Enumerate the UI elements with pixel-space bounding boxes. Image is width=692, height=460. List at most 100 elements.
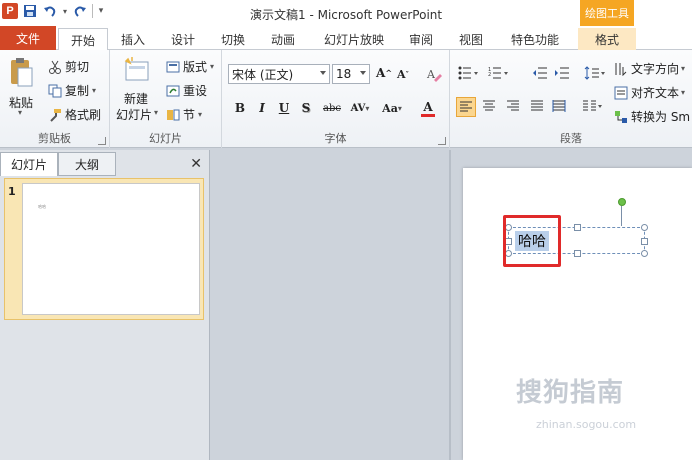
svg-text:A: A: [426, 68, 436, 81]
layout-icon: [166, 60, 180, 74]
font-size-combo[interactable]: 18: [332, 64, 370, 84]
customize-qat-icon[interactable]: ▾: [97, 3, 105, 19]
slide-thumbnail[interactable]: 哈哈: [22, 183, 200, 315]
rotation-line: [621, 206, 622, 226]
text-direction-button[interactable]: 文字方向 ▾: [614, 60, 685, 77]
tab-features[interactable]: 特色功能: [500, 28, 570, 50]
strikethrough-button[interactable]: abc: [320, 98, 344, 118]
undo-icon[interactable]: [42, 3, 58, 19]
tab-outline-pane[interactable]: 大纲: [58, 152, 116, 176]
section-dropdown-icon[interactable]: ▾: [198, 110, 202, 119]
clipboard-group-label: 剪贴板: [38, 132, 71, 145]
line-spacing-icon[interactable]: [584, 66, 606, 80]
tab-animations[interactable]: 动画: [260, 28, 306, 50]
new-slide-label-1[interactable]: 新建: [124, 90, 148, 107]
watermark-logo: 搜狗指南: [516, 378, 625, 408]
new-slide-dropdown-icon[interactable]: ▾: [154, 108, 158, 117]
tab-format[interactable]: 格式: [578, 28, 636, 50]
tab-view[interactable]: 视图: [448, 28, 494, 50]
quick-access-toolbar: P ▾ ▾: [2, 3, 105, 19]
paragraph-group-label: 段落: [560, 132, 582, 145]
tab-home[interactable]: 开始: [58, 28, 108, 51]
slide-editing-canvas[interactable]: 哈哈 搜狗指南 zhinan.sogou.com: [211, 150, 692, 460]
tab-slides-pane[interactable]: 幻灯片: [0, 152, 58, 176]
reset-button[interactable]: 重设: [166, 82, 207, 99]
paste-icon[interactable]: [6, 54, 36, 90]
columns-icon[interactable]: [582, 100, 604, 112]
resize-handle-bottom[interactable]: [574, 250, 581, 257]
pane-tabs: 幻灯片 大纲 ✕: [0, 152, 210, 176]
convert-smartart-button[interactable]: 转换为 Sm: [614, 108, 690, 125]
font-color-label: A: [423, 99, 433, 114]
reset-icon: [166, 84, 180, 98]
align-right-icon[interactable]: [506, 100, 520, 112]
layout-dropdown-icon[interactable]: ▾: [210, 62, 214, 71]
copy-button[interactable]: 复制 ▾: [48, 82, 96, 99]
text-direction-dropdown-icon[interactable]: ▾: [681, 64, 685, 73]
copy-dropdown-icon[interactable]: ▾: [92, 86, 96, 95]
font-color-button[interactable]: A: [414, 98, 442, 118]
qat-separator: [92, 4, 93, 18]
align-text-button[interactable]: 对齐文本 ▾: [614, 84, 685, 101]
clipboard-launcher-icon[interactable]: [98, 137, 106, 145]
section-icon: [166, 108, 180, 122]
font-launcher-icon[interactable]: [438, 137, 446, 145]
tab-design[interactable]: 设计: [160, 28, 206, 50]
powerpoint-app-icon[interactable]: P: [2, 3, 18, 19]
grow-font-button[interactable]: A ^: [376, 66, 392, 80]
close-pane-icon[interactable]: ✕: [190, 156, 202, 172]
rotation-handle[interactable]: [618, 198, 626, 206]
cut-button[interactable]: 剪切: [48, 58, 89, 75]
watermark-url: zhinan.sogou.com: [536, 418, 637, 431]
tab-insert[interactable]: 插入: [110, 28, 156, 50]
copy-icon: [48, 84, 62, 98]
new-slide-label-2[interactable]: 幻灯片: [116, 106, 152, 123]
save-icon[interactable]: [22, 3, 38, 19]
char-spacing-button[interactable]: AV ▾: [346, 98, 374, 118]
numbering-icon[interactable]: 12: [488, 66, 510, 80]
bullets-icon[interactable]: [458, 66, 480, 80]
redo-icon[interactable]: [72, 3, 88, 19]
shadow-button[interactable]: S: [298, 98, 314, 118]
tab-slideshow[interactable]: 幻灯片放映: [314, 28, 394, 50]
resize-handle-top[interactable]: [574, 224, 581, 231]
format-painter-button[interactable]: 格式刷: [48, 106, 101, 123]
align-text-dropdown-icon[interactable]: ▾: [681, 88, 685, 97]
text-direction-icon: [614, 62, 628, 76]
tab-review[interactable]: 审阅: [398, 28, 444, 50]
ribbon: 粘贴 ▾ 剪切 复制 ▾ 格式刷 剪贴板 新建 幻灯片 ▾ 版式 ▾ 重设 节 …: [0, 50, 692, 148]
shrink-font-button[interactable]: Aˇ: [397, 68, 409, 81]
tab-transitions[interactable]: 切换: [210, 28, 256, 50]
tab-file[interactable]: 文件: [0, 26, 56, 50]
undo-dropdown-icon[interactable]: ▾: [62, 3, 68, 19]
underline-button[interactable]: U: [276, 98, 292, 118]
increase-indent-icon[interactable]: [554, 66, 570, 80]
align-center-icon[interactable]: [482, 100, 496, 112]
shrink-font-label: A: [397, 68, 406, 81]
slide-thumbnail-selected[interactable]: 1 哈哈: [4, 178, 204, 320]
font-name-dropdown-icon[interactable]: [320, 71, 326, 75]
grow-font-label: A: [376, 66, 386, 80]
font-size-dropdown-icon[interactable]: [360, 71, 366, 75]
font-name-combo[interactable]: 宋体 (正文): [228, 64, 330, 84]
resize-handle-bottom-right[interactable]: [641, 250, 648, 257]
clear-formatting-icon[interactable]: A: [426, 66, 442, 82]
slide-page[interactable]: 哈哈: [463, 168, 692, 460]
pane-divider[interactable]: [449, 150, 451, 460]
new-slide-icon[interactable]: [122, 54, 152, 88]
italic-button[interactable]: I: [254, 98, 270, 118]
layout-button[interactable]: 版式 ▾: [166, 58, 214, 75]
window-title: 演示文稿1 - Microsoft PowerPoint: [250, 8, 443, 22]
paste-dropdown-icon[interactable]: ▾: [18, 108, 22, 117]
align-left-icon[interactable]: [456, 97, 476, 117]
section-button[interactable]: 节 ▾: [166, 106, 202, 123]
char-spacing-label: AV: [350, 102, 366, 114]
bold-button[interactable]: B: [232, 98, 248, 118]
distributed-icon[interactable]: [552, 100, 566, 112]
change-case-button[interactable]: Aa ▾: [378, 98, 406, 118]
resize-handle-right[interactable]: [641, 238, 648, 245]
resize-handle-top-right[interactable]: [641, 224, 648, 231]
decrease-indent-icon[interactable]: [532, 66, 548, 80]
justify-icon[interactable]: [530, 100, 544, 112]
section-label: 节: [183, 108, 196, 122]
